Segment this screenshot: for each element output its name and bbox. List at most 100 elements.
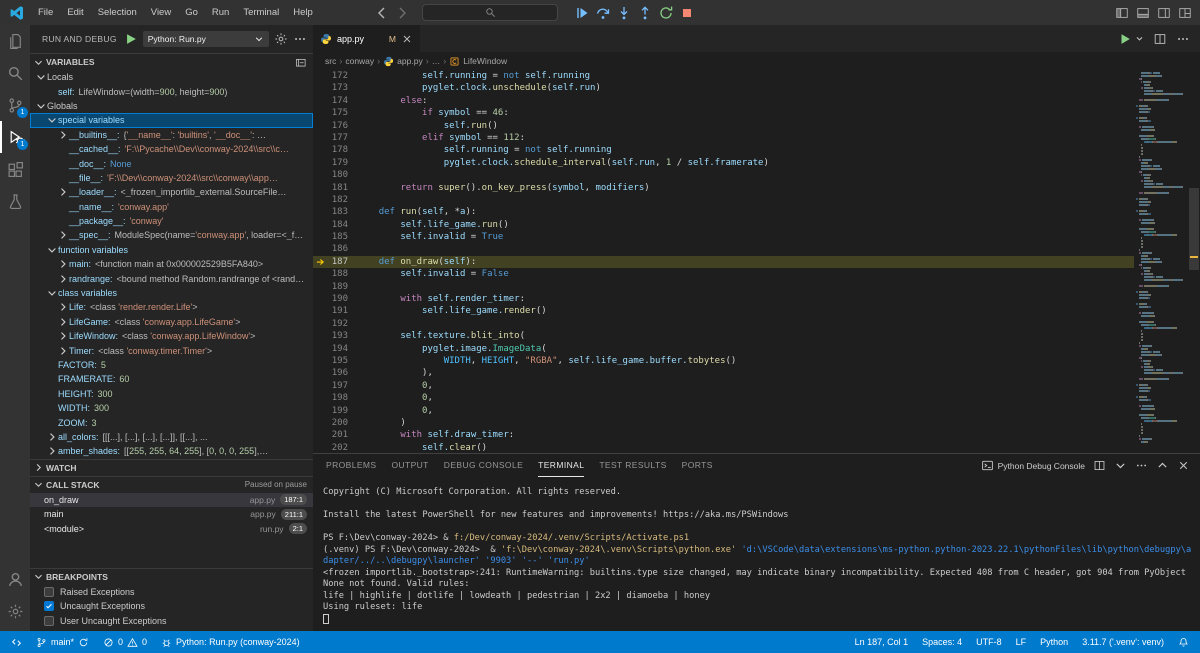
gutter-line-195[interactable]: 195 — [313, 355, 357, 367]
variable-row[interactable]: FRAMERATE:60 — [30, 372, 313, 386]
code-line-195[interactable]: 195 WIDTH, HEIGHT, "RGBA", self.life_gam… — [313, 355, 1134, 367]
debug-settings-gear-button[interactable] — [274, 32, 288, 46]
chevron-right-icon[interactable] — [57, 273, 69, 285]
gutter-line-192[interactable]: 192 — [313, 318, 357, 330]
activity-bar-explorer[interactable] — [0, 25, 30, 57]
gutter-line-184[interactable]: 184 — [313, 219, 357, 231]
chevron-right-icon[interactable] — [57, 301, 69, 313]
gutter-line-176[interactable]: 176 — [313, 120, 357, 132]
activity-bar-testing[interactable] — [0, 185, 30, 217]
variable-row[interactable]: __builtins__:{'__name__': 'builtins', '_… — [30, 128, 313, 142]
step-into-button[interactable] — [616, 5, 632, 21]
gutter-line-174[interactable]: 174 — [313, 95, 357, 107]
code-line-184[interactable]: 184 self.life_game.run() — [313, 219, 1134, 231]
status-encoding[interactable]: UTF-8 — [969, 631, 1009, 653]
gutter-line-181[interactable]: 181 — [313, 182, 357, 194]
chevron-down-icon[interactable] — [46, 114, 58, 126]
variable-row[interactable]: function variables — [30, 243, 313, 257]
code-line-186[interactable]: 186 — [313, 243, 1134, 255]
code-line-174[interactable]: 174 else: — [313, 95, 1134, 107]
variable-row[interactable]: Locals — [30, 70, 313, 84]
code-line-173[interactable]: 173 pyglet.clock.unschedule(self.run) — [313, 82, 1134, 94]
gutter-line-182[interactable]: 182 — [313, 194, 357, 206]
toggle-secondary-sidebar-button[interactable] — [1157, 6, 1171, 20]
gutter-line-191[interactable]: 191 — [313, 305, 357, 317]
code-line-191[interactable]: 191 self.life_game.render() — [313, 305, 1134, 317]
gutter-line-175[interactable]: 175 — [313, 107, 357, 119]
variable-row[interactable]: WIDTH:300 — [30, 401, 313, 415]
variable-row[interactable]: __package__:'conway' — [30, 214, 313, 228]
step-over-button[interactable] — [595, 5, 611, 21]
activity-bar-extensions[interactable] — [0, 153, 30, 185]
activity-bar-search[interactable] — [0, 57, 30, 89]
menu-view[interactable]: View — [144, 0, 178, 25]
status-cursor-position[interactable]: Ln 187, Col 1 — [848, 631, 916, 653]
status-eol[interactable]: LF — [1009, 631, 1034, 653]
stack-frame-ondraw[interactable]: on_draw app.py 187:1 — [30, 493, 313, 508]
variable-row[interactable]: __loader__:<_frozen_importlib_external.S… — [30, 185, 313, 199]
split-terminal-icon[interactable] — [1093, 459, 1106, 472]
gutter-line-199[interactable]: 199 — [313, 405, 357, 417]
gutter-line-198[interactable]: 198 — [313, 392, 357, 404]
code-line-188[interactable]: 188 self.invalid = False — [313, 268, 1134, 280]
breadcrumb-1[interactable]: conway — [345, 56, 374, 66]
variable-row[interactable]: LifeGame:<class 'conway.app.LifeGame'> — [30, 315, 313, 329]
launch-profile-caret-icon[interactable] — [1114, 459, 1127, 472]
breadcrumb-2[interactable]: app.py — [383, 56, 423, 67]
variable-row[interactable]: __doc__:None — [30, 156, 313, 170]
editor-scrollbar[interactable] — [1188, 70, 1200, 453]
gutter-line-178[interactable]: 178 — [313, 144, 357, 156]
chevron-down-icon[interactable] — [35, 100, 47, 112]
breakpoint-uncaught-exceptions[interactable]: Uncaught Exceptions — [30, 599, 313, 614]
variables-section-header[interactable]: VARIABLES — [30, 54, 313, 70]
chevron-right-icon[interactable] — [57, 258, 69, 270]
terminal-prompt-line[interactable] — [323, 614, 1196, 628]
menu-selection[interactable]: Selection — [91, 0, 144, 25]
panel-tab-test-results[interactable]: TEST RESULTS — [599, 454, 666, 477]
variable-row[interactable]: all_colors:[[[...], [...], [...], [...]]… — [30, 430, 313, 444]
chevron-right-icon[interactable] — [46, 445, 58, 457]
activity-bar-source-control[interactable]: 1 — [0, 89, 30, 121]
terminal-output[interactable]: Copyright (C) Microsoft Corporation. All… — [313, 477, 1200, 631]
code-line-178[interactable]: 178 self.running = not self.running — [313, 144, 1134, 156]
code-line-193[interactable]: 193 self.texture.blit_into( — [313, 330, 1134, 342]
variable-row[interactable]: __file__:'F:\\Dev\\conway-2024\\src\\con… — [30, 171, 313, 185]
stack-frame-main[interactable]: main app.py 211:1 — [30, 507, 313, 522]
console-selector[interactable]: Python Debug Console — [981, 459, 1085, 472]
variable-row[interactable]: __cached__:'F:\\Pycache\\Dev\\conway-202… — [30, 142, 313, 156]
stack-frame-module[interactable]: <module> run.py 2:1 — [30, 522, 313, 537]
variable-row[interactable]: FACTOR:5 — [30, 358, 313, 372]
menu-edit[interactable]: Edit — [60, 0, 90, 25]
checkbox[interactable] — [44, 601, 54, 611]
menu-go[interactable]: Go — [178, 0, 205, 25]
maximize-panel-icon[interactable] — [1156, 459, 1169, 472]
continue-button[interactable] — [574, 5, 590, 21]
panel-tab-ports[interactable]: PORTS — [682, 454, 713, 477]
code-line-180[interactable]: 180 — [313, 169, 1134, 181]
menu-terminal[interactable]: Terminal — [236, 0, 286, 25]
code-line-189[interactable]: 189 — [313, 281, 1134, 293]
panel-tab-problems[interactable]: PROBLEMS — [326, 454, 376, 477]
code-line-176[interactable]: 176 self.run() — [313, 120, 1134, 132]
gutter-line-200[interactable]: 200 — [313, 417, 357, 429]
variable-row[interactable]: __spec__:ModuleSpec(name='conway.app', l… — [30, 228, 313, 242]
panel-tab-output[interactable]: OUTPUT — [391, 454, 428, 477]
gutter-line-201[interactable]: 201 — [313, 429, 357, 441]
chevron-right-icon[interactable] — [46, 431, 58, 443]
code-line-192[interactable]: 192 — [313, 318, 1134, 330]
code-line-196[interactable]: 196 ), — [313, 367, 1134, 379]
gutter-line-172[interactable]: 172 — [313, 70, 357, 82]
variable-row[interactable]: ZOOM:3 — [30, 415, 313, 429]
breadcrumb-0[interactable]: src — [325, 56, 336, 66]
menu-help[interactable]: Help — [286, 0, 320, 25]
gutter-line-179[interactable]: 179 — [313, 157, 357, 169]
code-line-181[interactable]: 181 return super().on_key_press(symbol, … — [313, 182, 1134, 194]
breadcrumb-4[interactable]: LifeWindow — [449, 56, 507, 67]
restart-button[interactable] — [658, 5, 674, 21]
chevron-down-icon[interactable] — [46, 244, 58, 256]
minimap[interactable] — [1134, 70, 1188, 453]
variable-row[interactable]: Life:<class 'render.render.Life'> — [30, 300, 313, 314]
gutter-line-180[interactable]: 180 — [313, 169, 357, 181]
variable-row[interactable]: randrange:<bound method Random.randrange… — [30, 271, 313, 285]
split-editor-button[interactable] — [1153, 32, 1167, 46]
